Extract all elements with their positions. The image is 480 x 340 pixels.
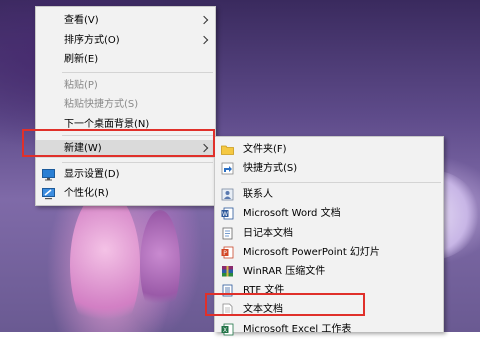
submenu-item-winrar-archive[interactable]: WinRAR 压缩文件 [215,263,443,280]
menu-item-label: Microsoft PowerPoint 幻灯片 [243,247,380,258]
folder-icon [221,145,234,155]
display-settings-icon [42,169,55,181]
wallpaper-flower [140,210,180,320]
menu-item-label: WinRAR 压缩文件 [243,266,326,277]
text-document-icon [222,303,233,316]
menu-item-label: 显示设置(D) [64,169,120,180]
menu-item-label: 查看(V) [64,15,99,26]
menu-item-label: 个性化(R) [64,188,109,199]
menu-item-label: 粘贴快捷方式(S) [64,99,139,110]
menu-item-personalize[interactable]: 个性化(R) [36,185,215,202]
powerpoint-icon: P [221,246,234,259]
submenu-item-journal-document[interactable]: 日记本文档 [215,225,443,242]
menu-item-label: 文件夹(F) [243,144,287,155]
chevron-right-icon [199,143,209,153]
winrar-archive-icon [222,266,233,277]
menu-item-view[interactable]: 查看(V) [36,12,215,29]
word-document-icon: W [221,207,234,220]
submenu-item-contact[interactable]: 联系人 [215,186,443,203]
menu-item-next-background[interactable]: 下一个桌面背景(N) [36,116,215,133]
submenu-item-shortcut[interactable]: 快捷方式(S) [215,160,443,177]
rtf-file-icon [222,284,233,297]
journal-document-icon [222,227,233,240]
menu-item-label: 日记本文档 [243,228,293,239]
menu-separator [62,72,213,73]
submenu-item-text-document[interactable]: 文本文档 [215,301,443,318]
menu-item-paste-shortcut[interactable]: 粘贴快捷方式(S) [36,96,215,113]
submenu-item-word-document[interactable]: W Microsoft Word 文档 [215,205,443,222]
submenu-item-excel-worksheet[interactable]: X Microsoft Excel 工作表 [215,321,443,338]
menu-item-sort-by[interactable]: 排序方式(O) [36,32,215,49]
excel-worksheet-icon: X [221,323,234,336]
menu-item-paste[interactable]: 粘贴(P) [36,77,215,94]
menu-item-label: RTF 文件 [243,285,285,296]
menu-item-label: 排序方式(O) [64,35,120,46]
menu-separator [241,182,441,183]
menu-item-label: 新建(W) [64,143,102,154]
chevron-right-icon [199,35,209,45]
svg-text:W: W [222,211,228,218]
svg-text:X: X [223,327,227,334]
shortcut-icon [221,162,234,175]
menu-item-label: 联系人 [243,189,273,200]
menu-item-label: 快捷方式(S) [243,163,298,174]
menu-item-display-settings[interactable]: 显示设置(D) [36,166,215,183]
menu-separator [62,135,213,136]
personalize-icon [42,188,55,200]
menu-item-label: 粘贴(P) [64,80,98,91]
menu-separator [62,162,213,163]
chevron-right-icon [199,15,209,25]
wallpaper-flower [70,190,140,340]
desktop-context-menu: 查看(V) 排序方式(O) 刷新(E) 粘贴(P) 粘贴快捷方式(S) 下一个桌… [35,6,216,206]
contact-icon [221,188,234,201]
menu-item-label: Microsoft Word 文档 [243,208,341,219]
menu-item-label: 刷新(E) [64,54,99,65]
submenu-item-folder[interactable]: 文件夹(F) [215,141,443,158]
menu-item-label: 下一个桌面背景(N) [64,119,150,130]
svg-text:P: P [223,250,227,257]
submenu-item-powerpoint[interactable]: P Microsoft PowerPoint 幻灯片 [215,244,443,261]
new-submenu: 文件夹(F) 快捷方式(S) 联系人 W Microsoft Word 文档 日… [214,136,444,336]
submenu-item-rtf-file[interactable]: RTF 文件 [215,282,443,299]
menu-item-label: 文本文档 [243,304,283,315]
menu-item-refresh[interactable]: 刷新(E) [36,51,215,68]
menu-item-new[interactable]: 新建(W) [36,140,215,158]
menu-item-label: Microsoft Excel 工作表 [243,324,352,335]
